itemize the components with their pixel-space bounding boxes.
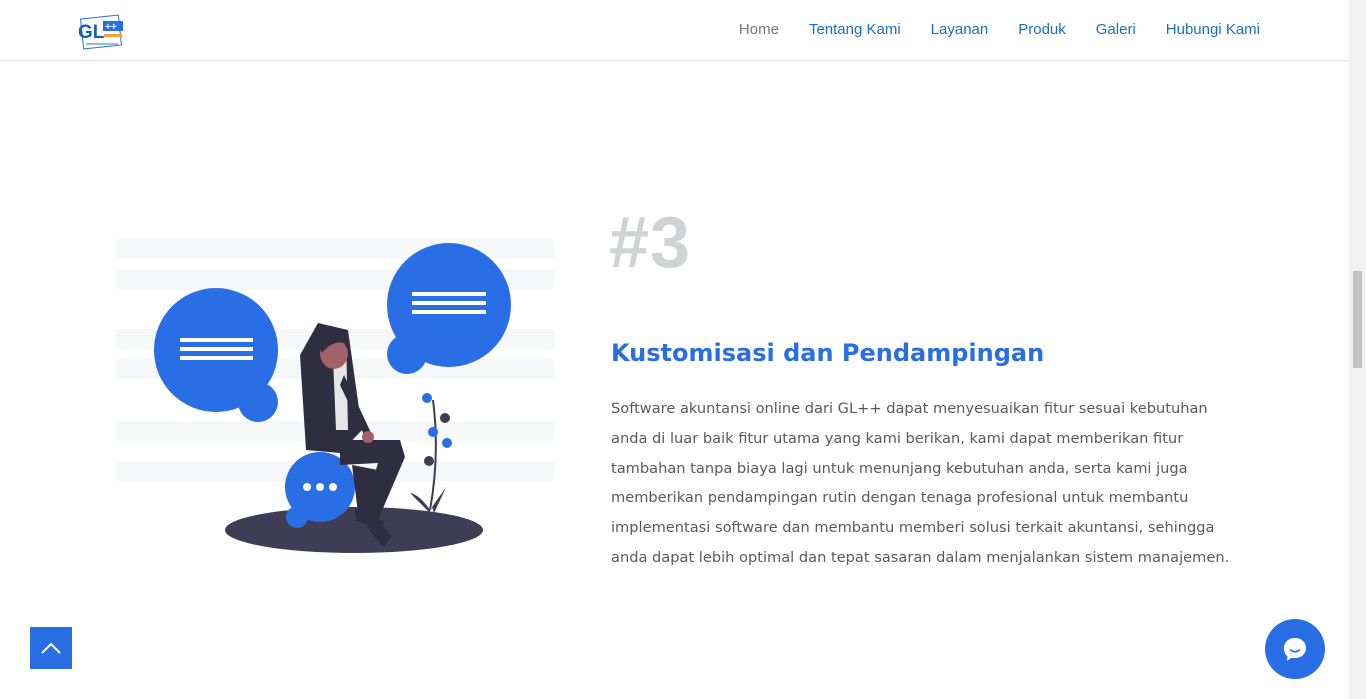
site-header: GL ++ Home Tentang Kami Layanan Produk G… (0, 0, 1349, 61)
chat-button[interactable] (1265, 619, 1325, 679)
feature-number: #3 (609, 203, 692, 283)
page-scrollbar[interactable] (1349, 0, 1366, 699)
feature-illustration (100, 225, 570, 565)
chevron-up-icon (41, 642, 61, 654)
chat-bubble-icon (1284, 638, 1306, 661)
back-to-top-button[interactable] (30, 627, 72, 669)
nav-layanan[interactable]: Layanan (931, 21, 989, 38)
site-logo[interactable]: GL ++ (76, 14, 126, 52)
nav-produk[interactable]: Produk (1018, 21, 1066, 38)
feature-title: Kustomisasi dan Pendampingan (611, 339, 1045, 367)
feature-description: Software akuntansi online dari GL++ dapa… (611, 400, 1230, 566)
nav-hubungi-kami[interactable]: Hubungi Kami (1166, 21, 1260, 38)
scrollbar-thumb[interactable] (1353, 271, 1362, 368)
nav-home[interactable]: Home (739, 21, 779, 38)
svg-text:++: ++ (105, 22, 117, 33)
nav-galeri[interactable]: Galeri (1096, 21, 1136, 38)
svg-text:GL: GL (78, 22, 105, 43)
main-nav: Home Tentang Kami Layanan Produk Galeri … (739, 21, 1260, 38)
nav-tentang-kami[interactable]: Tentang Kami (809, 21, 901, 38)
